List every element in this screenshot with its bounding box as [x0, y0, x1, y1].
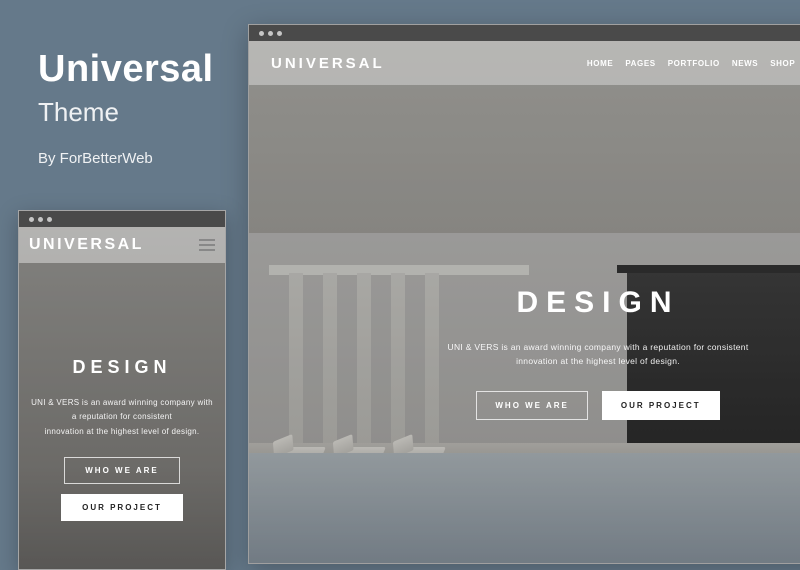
window-dot [29, 217, 34, 222]
browser-chrome [249, 25, 800, 41]
window-dot [38, 217, 43, 222]
who-we-are-button[interactable]: WHO WE ARE [476, 391, 587, 420]
mobile-nav: UNIVERSAL [19, 227, 225, 263]
hero-tagline: UNI & VERS is an award winning company w… [29, 396, 215, 439]
nav-menu: HOME PAGES PORTFOLIO NEWS SHOP PURCHASE … [587, 57, 800, 70]
hero-buttons: WHO WE ARE OUR PROJECT [249, 391, 800, 420]
nav-item-portfolio[interactable]: PORTFOLIO [668, 59, 720, 68]
our-project-button[interactable]: OUR PROJECT [61, 494, 183, 521]
our-project-button[interactable]: OUR PROJECT [602, 391, 720, 420]
theme-byline: By ForBetterWeb [38, 150, 214, 167]
window-dot [268, 31, 273, 36]
window-dot [277, 31, 282, 36]
hero-tagline: UNI & VERS is an award winning company w… [249, 340, 800, 369]
desktop-preview: UNIVERSAL HOME PAGES PORTFOLIO NEWS SHOP… [248, 24, 800, 564]
brand-logo[interactable]: UNIVERSAL [29, 236, 144, 254]
desktop-stage: UNIVERSAL HOME PAGES PORTFOLIO NEWS SHOP… [249, 41, 800, 563]
desktop-hero: DESIGN UNI & VERS is an award winning co… [249, 286, 800, 420]
nav-item-home[interactable]: HOME [587, 59, 613, 68]
theme-title: Universal [38, 48, 214, 91]
mobile-stage: UNIVERSAL DESIGN UNI & VERS is an award … [19, 227, 225, 569]
nav-item-pages[interactable]: PAGES [625, 59, 655, 68]
window-dot [47, 217, 52, 222]
browser-chrome [19, 211, 225, 227]
brand-logo[interactable]: UNIVERSAL [271, 55, 385, 72]
nav-item-shop[interactable]: SHOP [770, 59, 795, 68]
mobile-hero: DESIGN UNI & VERS is an award winning co… [19, 357, 225, 521]
theme-subtitle: Theme [38, 97, 214, 128]
mobile-preview: UNIVERSAL DESIGN UNI & VERS is an award … [18, 210, 226, 570]
window-dot [259, 31, 264, 36]
hero-heading: DESIGN [29, 357, 215, 378]
theme-header: Universal Theme By ForBetterWeb [38, 48, 214, 167]
desktop-nav: UNIVERSAL HOME PAGES PORTFOLIO NEWS SHOP… [249, 41, 800, 85]
hero-heading: DESIGN [249, 286, 800, 320]
hamburger-icon[interactable] [199, 239, 215, 251]
hero-buttons: WHO WE ARE OUR PROJECT [29, 457, 215, 521]
who-we-are-button[interactable]: WHO WE ARE [64, 457, 179, 484]
nav-item-news[interactable]: NEWS [732, 59, 758, 68]
